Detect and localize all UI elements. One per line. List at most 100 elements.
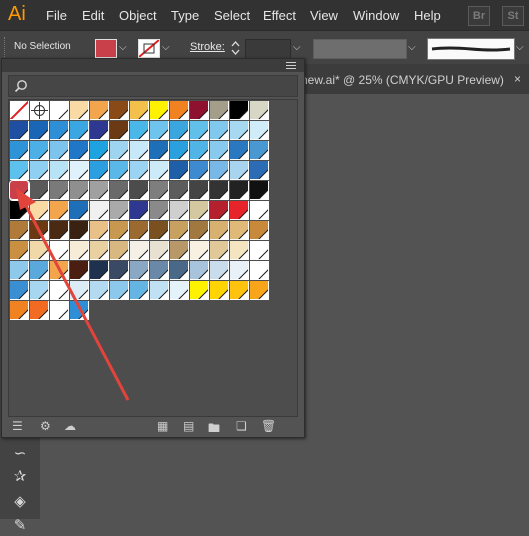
menu-select[interactable]: Select <box>214 8 250 23</box>
swatch[interactable] <box>170 281 189 300</box>
swatch[interactable] <box>150 181 169 200</box>
swatch[interactable] <box>30 241 49 260</box>
swatch[interactable] <box>50 241 69 260</box>
document-tab[interactable]: new.ai* @ 25% (CMYK/GPU Preview) × <box>295 64 529 94</box>
chevron-down-icon[interactable]: ⌵ <box>293 42 301 53</box>
swatch[interactable] <box>50 121 69 140</box>
swatch[interactable] <box>90 241 109 260</box>
chevron-down-icon[interactable]: ⌵ <box>162 42 170 53</box>
swatch[interactable] <box>30 301 49 320</box>
swatch[interactable] <box>70 301 89 320</box>
swatch[interactable] <box>170 101 189 120</box>
swatch[interactable] <box>10 261 29 280</box>
swatch[interactable] <box>150 161 169 180</box>
menu-type[interactable]: Type <box>171 8 199 23</box>
puppet-warp-tool-icon[interactable]: ✰ <box>9 467 31 487</box>
swatch[interactable] <box>90 281 109 300</box>
swatch[interactable] <box>50 161 69 180</box>
swatch[interactable] <box>230 181 249 200</box>
show-kinds-icon[interactable]: ⚙ <box>40 419 51 433</box>
swatch[interactable] <box>50 201 69 220</box>
chevron-down-icon[interactable]: ⌵ <box>119 42 127 53</box>
swatch[interactable] <box>190 241 209 260</box>
swatch[interactable] <box>70 261 89 280</box>
stroke-swatch[interactable] <box>138 39 160 58</box>
swatch[interactable] <box>210 281 229 300</box>
swatch[interactable] <box>250 241 269 260</box>
swatch[interactable] <box>250 141 269 160</box>
menu-help[interactable]: Help <box>414 8 441 23</box>
swatch[interactable] <box>30 201 49 220</box>
swatch[interactable] <box>150 141 169 160</box>
swatch[interactable] <box>30 261 49 280</box>
swatch[interactable] <box>70 141 89 160</box>
swatch[interactable] <box>130 281 149 300</box>
stroke-weight-field[interactable] <box>245 39 291 59</box>
swatch-none[interactable] <box>10 101 29 120</box>
swatch[interactable] <box>190 141 209 160</box>
swatch[interactable] <box>30 161 49 180</box>
swatch[interactable] <box>10 301 29 320</box>
swatch[interactable] <box>190 281 209 300</box>
swatch[interactable] <box>110 261 129 280</box>
new-swatch-icon[interactable]: ❏ <box>236 419 247 433</box>
swatch[interactable] <box>230 281 249 300</box>
menu-view[interactable]: View <box>310 8 338 23</box>
stock-button[interactable]: St <box>502 6 524 26</box>
swatch[interactable] <box>170 201 189 220</box>
swatch[interactable] <box>230 241 249 260</box>
swatch[interactable] <box>150 101 169 120</box>
swatch[interactable] <box>250 201 269 220</box>
swatch[interactable] <box>170 241 189 260</box>
stroke-label[interactable]: Stroke: <box>190 41 225 53</box>
menu-object[interactable]: Object <box>119 8 157 23</box>
swatch-selected[interactable] <box>9 180 30 201</box>
swatch[interactable] <box>230 141 249 160</box>
swatch[interactable] <box>70 101 89 120</box>
swatch[interactable] <box>50 301 69 320</box>
swatch[interactable] <box>150 241 169 260</box>
swatch[interactable] <box>170 221 189 240</box>
swatch[interactable] <box>250 121 269 140</box>
swatch-libraries-icon[interactable]: ☰ <box>12 419 23 433</box>
menu-file[interactable]: File <box>46 8 67 23</box>
swatch[interactable] <box>70 281 89 300</box>
swatch[interactable] <box>30 141 49 160</box>
swatch-registration[interactable] <box>30 101 49 120</box>
swatch[interactable] <box>130 101 149 120</box>
swatch[interactable] <box>130 261 149 280</box>
bridge-button[interactable]: Br <box>468 6 490 26</box>
swatch[interactable] <box>110 141 129 160</box>
swatch[interactable] <box>30 121 49 140</box>
swatch[interactable] <box>70 221 89 240</box>
swatch[interactable] <box>190 161 209 180</box>
swatch[interactable] <box>110 101 129 120</box>
swatch[interactable] <box>10 281 29 300</box>
swatch[interactable] <box>150 121 169 140</box>
swatch[interactable] <box>210 121 229 140</box>
swatch[interactable] <box>90 221 109 240</box>
delete-swatch-icon[interactable]: 🗑 <box>261 419 276 433</box>
swatch[interactable] <box>110 121 129 140</box>
swatch[interactable] <box>210 161 229 180</box>
brush-definition[interactable] <box>427 38 515 60</box>
swatch[interactable] <box>190 121 209 140</box>
swatch[interactable] <box>10 241 29 260</box>
swatch[interactable] <box>90 201 109 220</box>
curvature-tool-icon[interactable]: ∽ <box>9 444 31 464</box>
panel-header[interactable] <box>2 59 304 72</box>
swatch[interactable] <box>230 221 249 240</box>
close-icon[interactable]: × <box>514 72 521 86</box>
swatch[interactable] <box>70 181 89 200</box>
swatch[interactable] <box>250 221 269 240</box>
menu-effect[interactable]: Effect <box>263 8 296 23</box>
swatch[interactable] <box>50 141 69 160</box>
swatch[interactable] <box>230 201 249 220</box>
swatch[interactable] <box>130 121 149 140</box>
swatch[interactable] <box>210 101 229 120</box>
swatch[interactable] <box>130 241 149 260</box>
swatch[interactable] <box>190 261 209 280</box>
swatch[interactable] <box>90 261 109 280</box>
swatch[interactable] <box>110 161 129 180</box>
swatch[interactable] <box>50 281 69 300</box>
